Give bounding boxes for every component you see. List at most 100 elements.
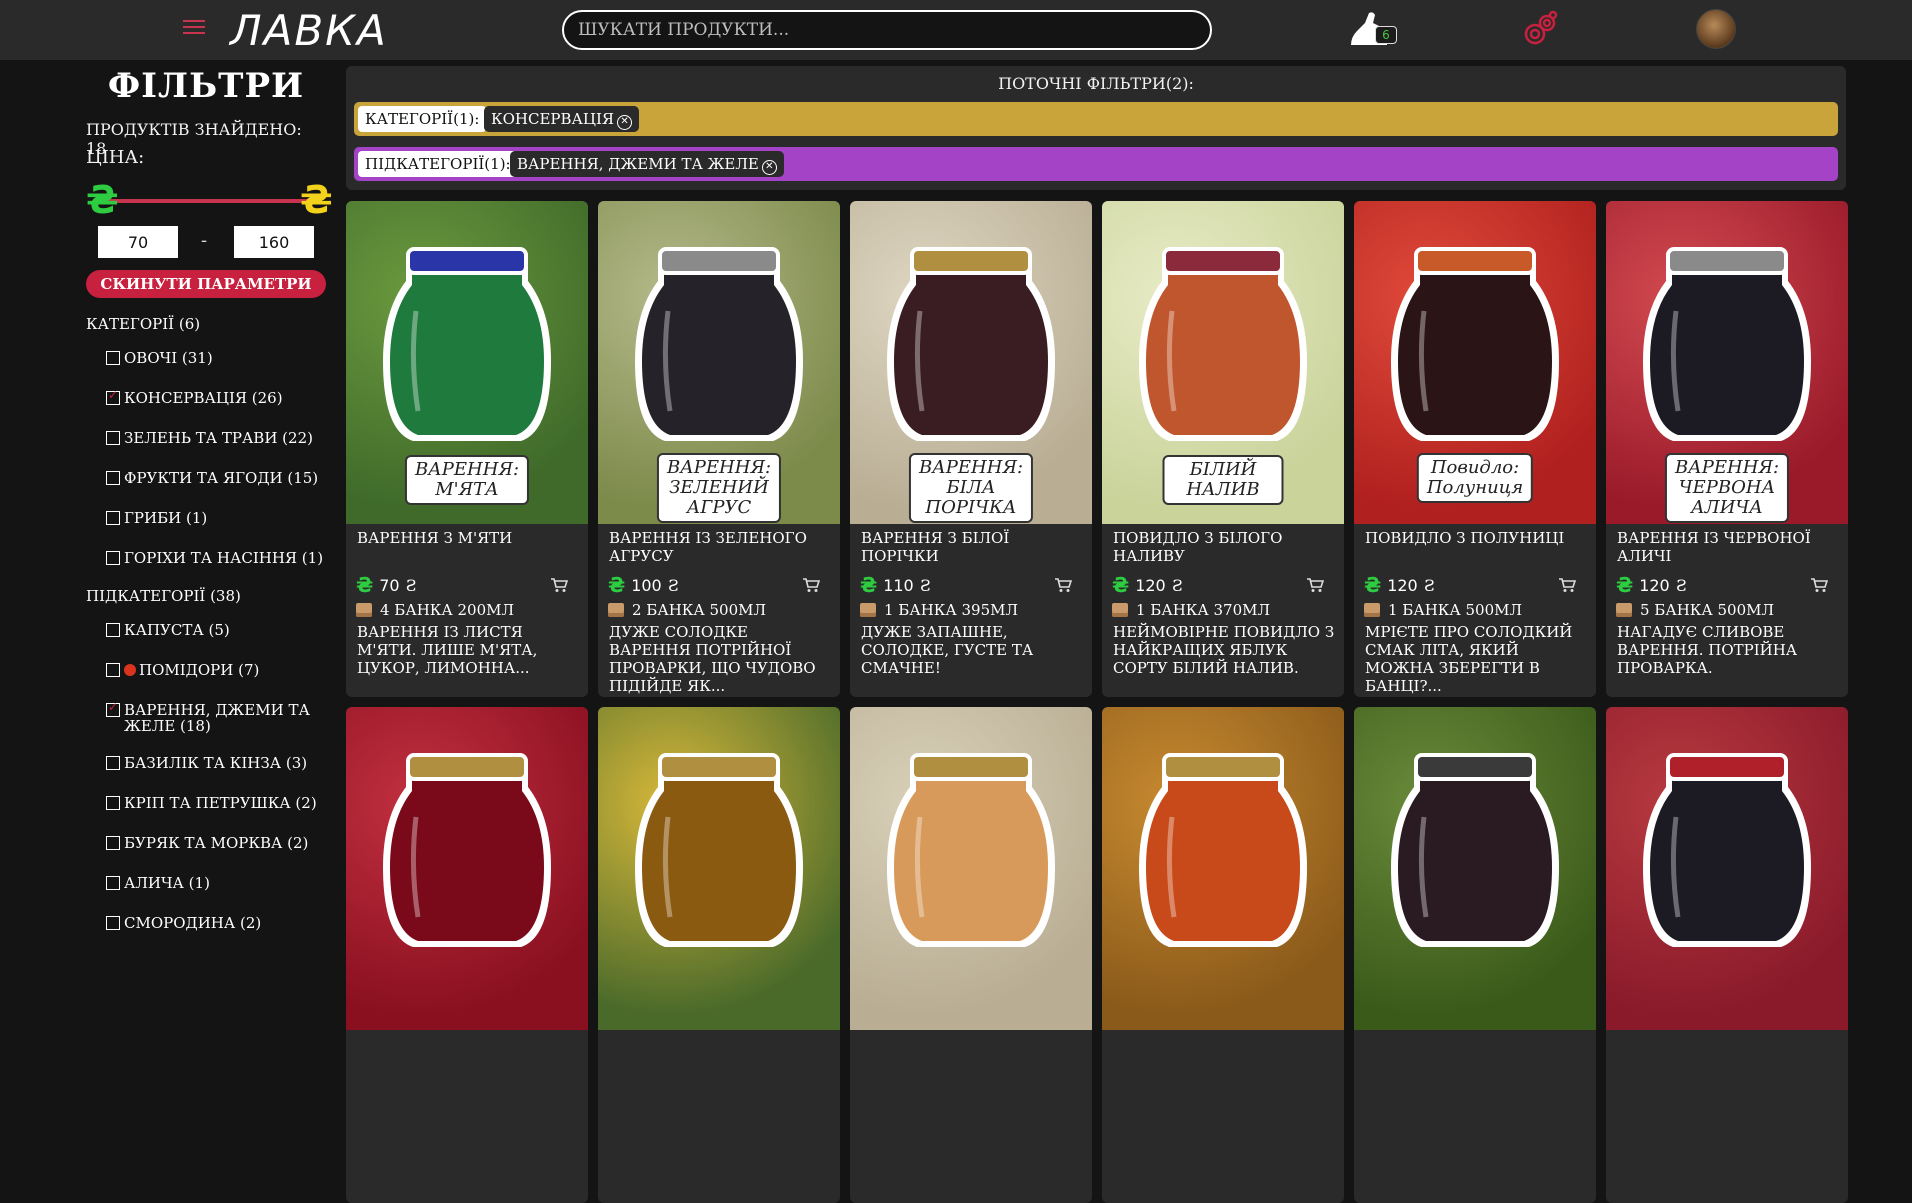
- checkbox-icon[interactable]: [106, 916, 120, 930]
- category-checkbox[interactable]: ГОРІХИ ТА НАСІННЯ (1): [106, 550, 326, 566]
- checkbox-icon[interactable]: [106, 756, 120, 770]
- product-title[interactable]: ВАРЕННЯ З БІЛОЇ ПОРІЧКИ: [861, 529, 1081, 565]
- stock-text: 1 БАНКА 395МЛ: [884, 601, 1019, 619]
- checkbox-label: ГОРІХИ ТА НАСІННЯ (1): [124, 550, 323, 566]
- subcategory-checkbox[interactable]: КАПУСТА (5): [106, 622, 326, 638]
- subcategory-checkbox[interactable]: ПОМІДОРИ (7): [106, 662, 326, 678]
- price-min-input[interactable]: [98, 226, 178, 258]
- subcategory-checkbox[interactable]: ВАРЕННЯ, ДЖЕМИ ТА ЖЕЛЕ (18): [106, 700, 326, 734]
- add-to-cart-icon[interactable]: [1054, 577, 1072, 593]
- checkbox-icon[interactable]: [106, 700, 120, 717]
- checkbox-icon[interactable]: [106, 431, 120, 445]
- remove-chip-icon[interactable]: ✕: [617, 115, 633, 130]
- category-checkbox[interactable]: ГРИБИ (1): [106, 510, 326, 526]
- product-card[interactable]: [346, 707, 588, 1203]
- product-card[interactable]: ВАРЕННЯ: ЧЕРВОНА АЛИЧА ВАРЕННЯ ІЗ ЧЕРВОНО…: [1606, 201, 1848, 697]
- subcategory-checkbox[interactable]: БАЗИЛІК ТА КІНЗА (3): [106, 755, 326, 771]
- site-logo[interactable]: ЛАВКА: [230, 6, 388, 55]
- user-avatar[interactable]: [1696, 9, 1736, 49]
- subcategory-checkbox[interactable]: СМОРОДИНА (2): [106, 915, 326, 931]
- category-checkbox[interactable]: ОВОЧІ (31): [106, 350, 326, 366]
- price-value: 110: [883, 575, 914, 595]
- tomato-icon: [124, 664, 136, 676]
- price-max-input[interactable]: [234, 226, 314, 258]
- product-image[interactable]: [1606, 707, 1848, 1030]
- menu-icon[interactable]: [183, 16, 207, 40]
- subcategory-checkbox[interactable]: БУРЯК ТА МОРКВА (2): [106, 835, 326, 851]
- product-title[interactable]: ВАРЕННЯ З М'ЯТИ: [357, 529, 577, 547]
- product-image-label: ВАРЕННЯ: ЧЕРВОНА АЛИЧА: [1664, 453, 1790, 523]
- search-input[interactable]: [562, 10, 1212, 50]
- cart-count-badge: 6: [1375, 26, 1397, 44]
- product-card[interactable]: ВАРЕННЯ: БІЛА ПОРІЧКА ВАРЕННЯ З БІЛОЇ ПОР…: [850, 201, 1092, 697]
- checkbox-icon[interactable]: [106, 471, 120, 485]
- checkbox-icon[interactable]: [106, 511, 120, 525]
- checkbox-icon[interactable]: [106, 551, 120, 565]
- product-price: ₴ 120 Ƨ: [1616, 573, 1687, 597]
- product-card[interactable]: [1606, 707, 1848, 1203]
- checkbox-icon[interactable]: [106, 351, 120, 365]
- add-to-cart-icon[interactable]: [1306, 577, 1324, 593]
- checkbox-icon[interactable]: [106, 876, 120, 890]
- checkbox-icon[interactable]: [106, 388, 120, 405]
- compare-icon[interactable]: [1519, 10, 1559, 50]
- product-image[interactable]: ВАРЕННЯ: ЗЕЛЕНИЙ АГРУС: [598, 201, 840, 524]
- checkbox-label: ПОМІДОРИ (7): [124, 662, 259, 678]
- product-title[interactable]: ПОВИДЛО З ПОЛУНИЦІ: [1365, 529, 1585, 547]
- product-image[interactable]: [1354, 707, 1596, 1030]
- add-to-cart-icon[interactable]: [1558, 577, 1576, 593]
- price-slider-max-handle[interactable]: ₴: [300, 178, 333, 222]
- stock-text: 2 БАНКА 500МЛ: [632, 601, 767, 619]
- hryvnia-icon: ₴: [1616, 573, 1634, 597]
- product-image[interactable]: [1102, 707, 1344, 1030]
- product-card[interactable]: ВАРЕННЯ: ЗЕЛЕНИЙ АГРУС ВАРЕННЯ ІЗ ЗЕЛЕНОГ…: [598, 201, 840, 697]
- product-image[interactable]: ВАРЕННЯ: ЧЕРВОНА АЛИЧА: [1606, 201, 1848, 524]
- product-image[interactable]: ВАРЕННЯ: БІЛА ПОРІЧКА: [850, 201, 1092, 524]
- checkbox-text: АЛИЧА (1): [124, 874, 210, 892]
- price-range-dash: -: [201, 230, 208, 251]
- product-title[interactable]: ВАРЕННЯ ІЗ ЗЕЛЕНОГО АГРУСУ: [609, 529, 829, 565]
- product-image[interactable]: ВАРЕННЯ: М'ЯТА: [346, 201, 588, 524]
- subcategory-chip-label: ВАРЕННЯ, ДЖЕМИ ТА ЖЕЛЕ: [517, 155, 759, 173]
- product-card[interactable]: БІЛИЙ НАЛИВ ПОВИДЛО З БІЛОГО НАЛИВУ ₴ 120 Ƨ 1…: [1102, 201, 1344, 697]
- product-card[interactable]: ВАРЕННЯ: М'ЯТА ВАРЕННЯ З М'ЯТИ ₴ 70 Ƨ 4 БАНКА…: [346, 201, 588, 697]
- checkbox-icon[interactable]: [106, 796, 120, 810]
- checkbox-text: ГРИБИ (1): [124, 509, 208, 527]
- subcategories-title: ПІДКАТЕГОРІЇ (38): [86, 587, 241, 605]
- product-stock: 4 БАНКА 200МЛ: [356, 601, 514, 619]
- reset-filters-button[interactable]: СКИНУТИ ПАРАМЕТРИ: [86, 270, 326, 298]
- box-icon: [608, 603, 624, 617]
- product-card[interactable]: [1354, 707, 1596, 1203]
- checkbox-icon[interactable]: [106, 663, 120, 677]
- product-description: МРІЄТЕ ПРО СОЛОДКИЙ СМАК ЛІТА, ЯКИЙ МОЖН…: [1365, 623, 1573, 695]
- add-to-cart-icon[interactable]: [1810, 577, 1828, 593]
- product-image[interactable]: Повидло: Полуниця: [1354, 201, 1596, 524]
- price-slider-min-handle[interactable]: ₴: [86, 178, 119, 222]
- product-card[interactable]: Повидло: Полуниця ПОВИДЛО З ПОЛУНИЦІ ₴ 120 Ƨ…: [1354, 201, 1596, 697]
- add-to-cart-icon[interactable]: [550, 577, 568, 593]
- box-icon: [860, 603, 876, 617]
- checkbox-icon[interactable]: [106, 836, 120, 850]
- subcategory-checkbox[interactable]: АЛИЧА (1): [106, 875, 326, 891]
- category-checkbox[interactable]: ФРУКТИ ТА ЯГОДИ (15): [106, 470, 326, 486]
- product-image[interactable]: [346, 707, 588, 1030]
- product-card[interactable]: [1102, 707, 1344, 1203]
- checkbox-icon[interactable]: [106, 623, 120, 637]
- product-card[interactable]: [850, 707, 1092, 1203]
- category-checkbox[interactable]: ЗЕЛЕНЬ ТА ТРАВИ (22): [106, 430, 326, 446]
- product-card[interactable]: [598, 707, 840, 1203]
- checkbox-label: БУРЯК ТА МОРКВА (2): [124, 835, 308, 851]
- product-title[interactable]: ВАРЕННЯ ІЗ ЧЕРВОНОЇ АЛИЧІ: [1617, 529, 1837, 565]
- remove-chip-icon[interactable]: ✕: [761, 160, 777, 175]
- product-image[interactable]: [850, 707, 1092, 1030]
- add-to-cart-icon[interactable]: [802, 577, 820, 593]
- price-slider-track[interactable]: [98, 199, 311, 203]
- subcategory-checkbox[interactable]: КРІП ТА ПЕТРУШКА (2): [106, 795, 326, 811]
- category-chip[interactable]: КОНСЕРВАЦІЯ ✕: [484, 106, 640, 132]
- subcategory-chip[interactable]: ВАРЕННЯ, ДЖЕМИ ТА ЖЕЛЕ ✕: [510, 151, 784, 177]
- stock-text: 1 БАНКА 500МЛ: [1388, 601, 1523, 619]
- product-image[interactable]: [598, 707, 840, 1030]
- product-image[interactable]: БІЛИЙ НАЛИВ: [1102, 201, 1344, 524]
- product-title[interactable]: ПОВИДЛО З БІЛОГО НАЛИВУ: [1113, 529, 1333, 565]
- category-checkbox[interactable]: КОНСЕРВАЦІЯ (26): [106, 388, 326, 406]
